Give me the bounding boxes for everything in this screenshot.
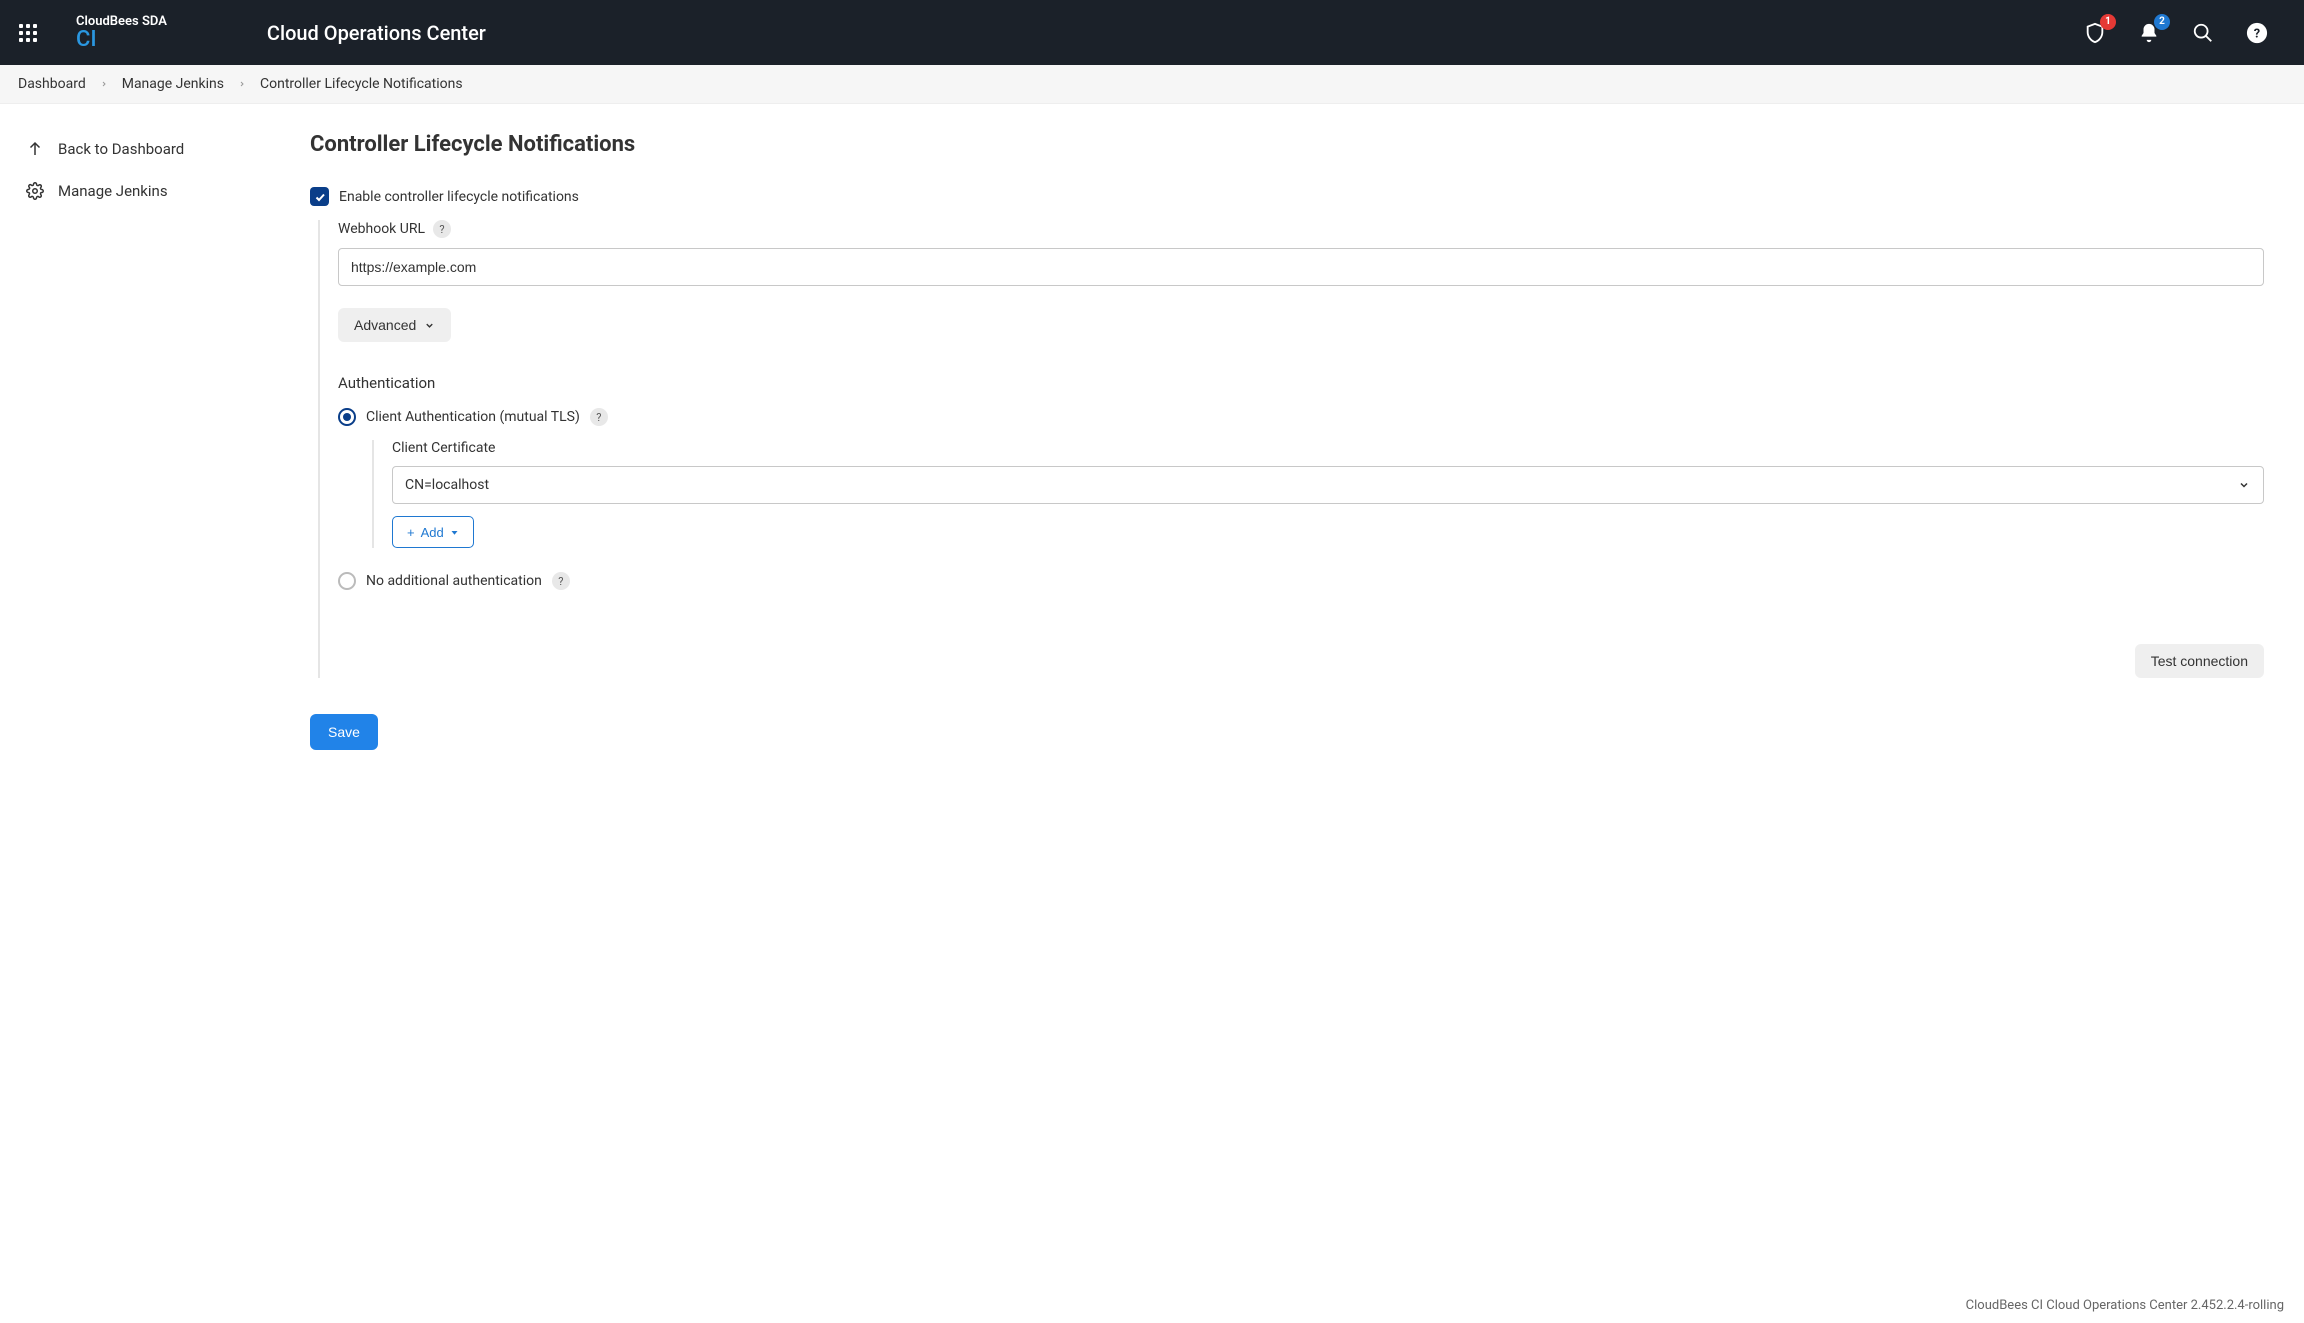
brand[interactable]: CloudBees SDA CI <box>76 14 167 52</box>
enable-label: Enable controller lifecycle notification… <box>339 189 579 205</box>
chevron-right-icon <box>238 80 246 88</box>
sidebar-back-to-dashboard[interactable]: Back to Dashboard <box>18 134 282 164</box>
radio-label: No additional authentication <box>366 573 542 589</box>
header-title: Cloud Operations Center <box>267 21 486 45</box>
page-title: Controller Lifecycle Notifications <box>310 132 2264 157</box>
bell-badge: 2 <box>2154 14 2170 30</box>
search-icon[interactable] <box>2192 22 2214 44</box>
mutual-tls-help-icon[interactable]: ? <box>590 408 608 426</box>
breadcrumb: Dashboard Manage Jenkins Controller Life… <box>0 65 2304 104</box>
svg-text:?: ? <box>2254 26 2260 41</box>
radio-label: Client Authentication (mutual TLS) <box>366 409 580 425</box>
radio-mutual-tls[interactable]: Client Authentication (mutual TLS) ? <box>338 408 2264 426</box>
main-content: Controller Lifecycle Notifications Enabl… <box>300 104 2304 1292</box>
enable-checkbox[interactable] <box>310 187 329 206</box>
add-label: Add <box>421 525 444 540</box>
select-value: CN=localhost <box>405 477 489 493</box>
no-auth-help-icon[interactable]: ? <box>552 572 570 590</box>
chevron-right-icon <box>100 80 108 88</box>
save-button[interactable]: Save <box>310 714 378 750</box>
footer-version: CloudBees CI Cloud Operations Center 2.4… <box>0 1292 2304 1323</box>
webhook-help-icon[interactable]: ? <box>433 220 451 238</box>
arrow-up-icon <box>26 140 44 158</box>
header: CloudBees SDA CI Cloud Operations Center… <box>0 0 2304 65</box>
sidebar-item-label: Back to Dashboard <box>58 140 184 158</box>
shield-icon[interactable]: 1 <box>2084 22 2106 44</box>
client-cert-label: Client Certificate <box>392 440 495 456</box>
breadcrumb-current[interactable]: Controller Lifecycle Notifications <box>260 76 463 92</box>
breadcrumb-manage-jenkins[interactable]: Manage Jenkins <box>122 76 224 92</box>
bell-icon[interactable]: 2 <box>2138 22 2160 44</box>
webhook-url-input[interactable] <box>338 248 2264 286</box>
client-cert-select[interactable]: CN=localhost <box>392 466 2264 504</box>
advanced-button[interactable]: Advanced <box>338 308 451 342</box>
test-connection-button[interactable]: Test connection <box>2135 644 2264 678</box>
sidebar: Back to Dashboard Manage Jenkins <box>0 104 300 1292</box>
header-icons: 1 2 ? <box>2084 22 2288 44</box>
radio-no-auth[interactable]: No additional authentication ? <box>338 572 2264 590</box>
authentication-section-label: Authentication <box>338 374 2264 392</box>
shield-badge: 1 <box>2100 14 2116 30</box>
plus-icon: + <box>407 525 415 540</box>
help-icon[interactable]: ? <box>2246 22 2268 44</box>
breadcrumb-dashboard[interactable]: Dashboard <box>18 76 86 92</box>
advanced-label: Advanced <box>354 317 416 333</box>
sidebar-manage-jenkins[interactable]: Manage Jenkins <box>18 176 282 206</box>
chevron-down-icon <box>424 320 435 331</box>
add-button[interactable]: + Add <box>392 516 474 548</box>
sidebar-item-label: Manage Jenkins <box>58 182 168 200</box>
gear-icon <box>26 182 44 200</box>
webhook-url-label: Webhook URL <box>338 221 425 237</box>
brand-bottom: CI <box>76 27 167 52</box>
apps-icon[interactable] <box>16 21 40 45</box>
caret-down-icon <box>450 528 459 537</box>
